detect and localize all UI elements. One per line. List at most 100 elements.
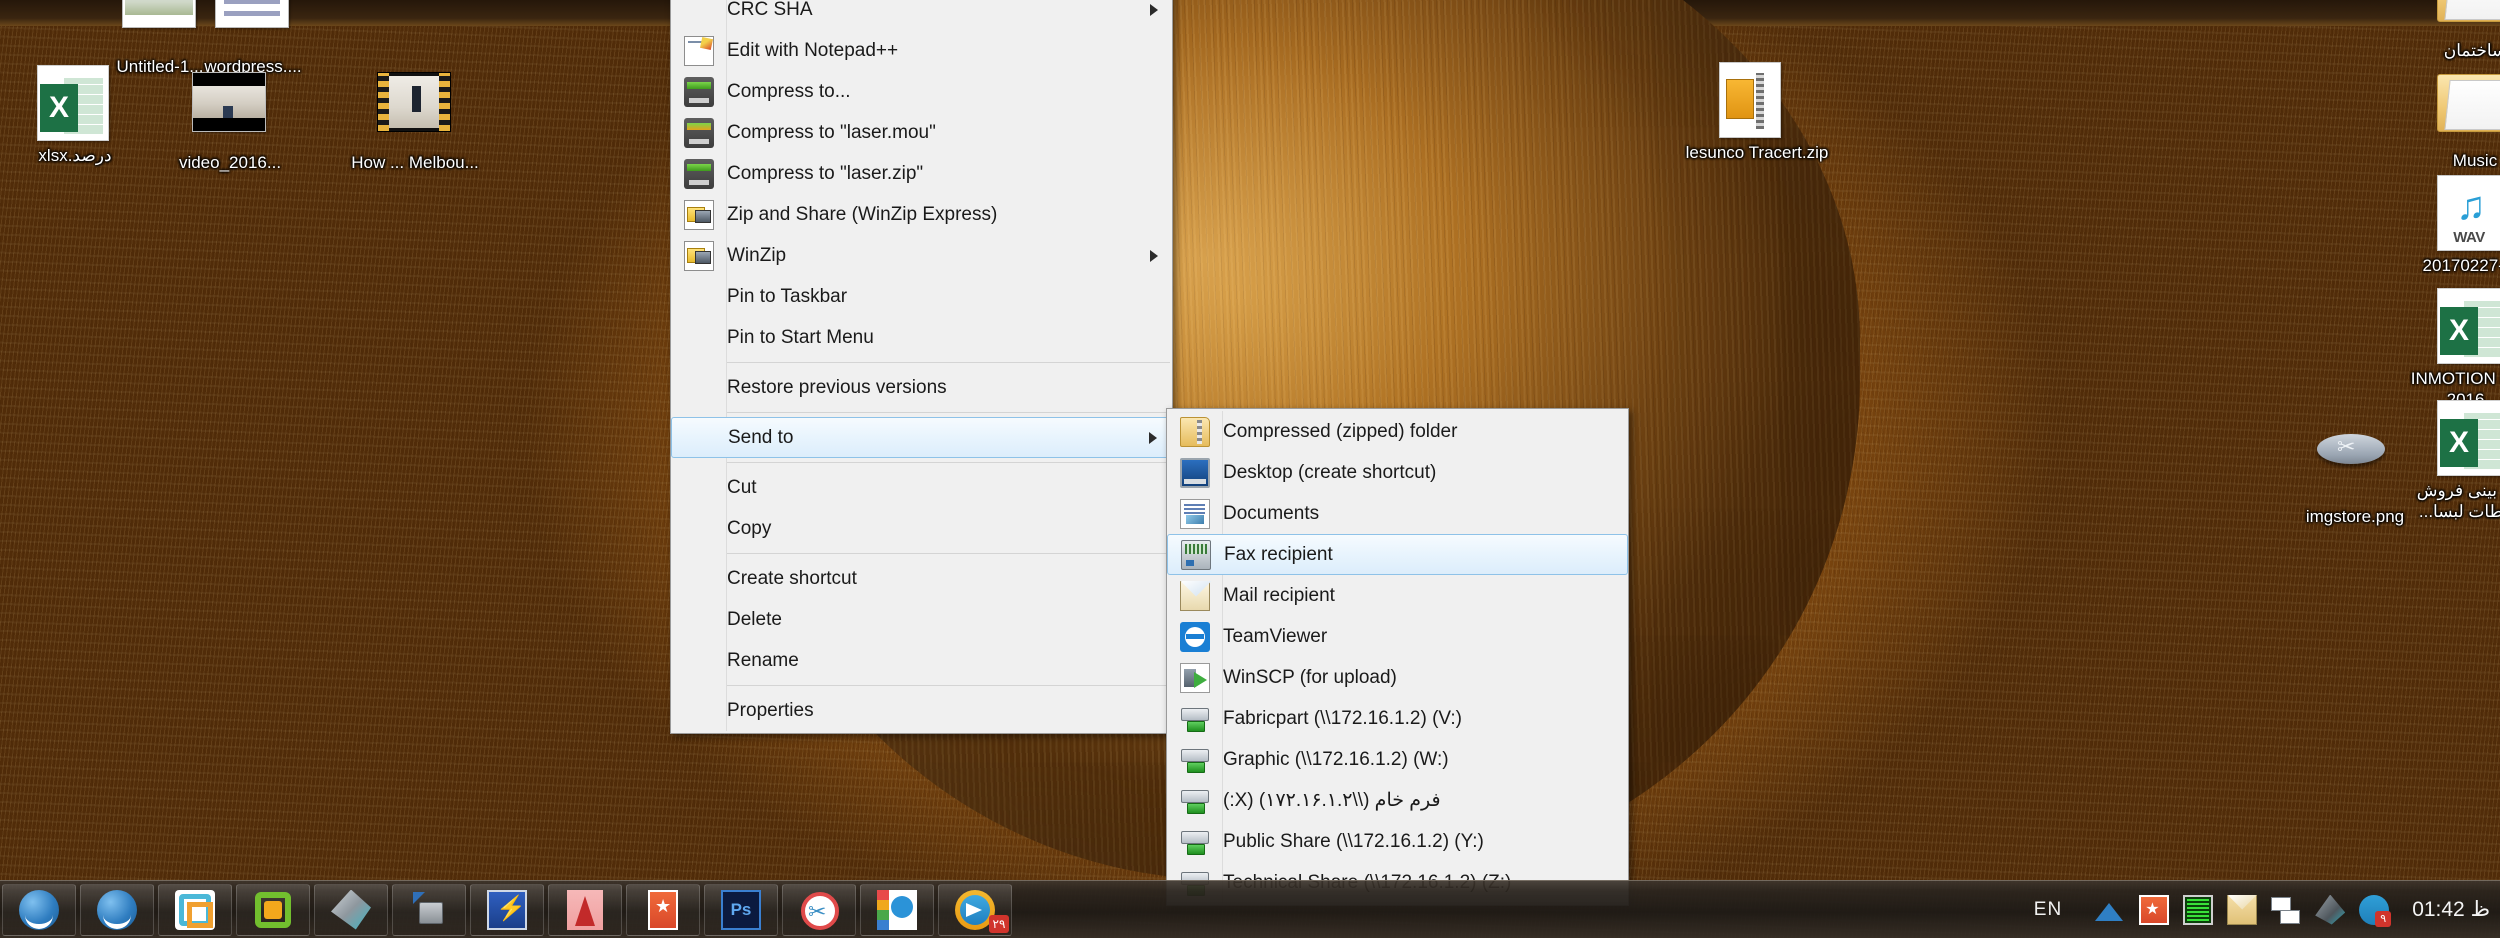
desktop-icon-sakhteman-folder[interactable]: ساختمان [2400,0,2500,61]
folder-icon [2437,0,2500,22]
taskbar-button-app-avatar[interactable] [860,883,934,936]
context-menu[interactable]: CRC SHA Edit with Notepad++ Compress to...… [670,0,1173,734]
send-to-item-icon [1167,493,1223,534]
context-menu-item[interactable]: Create shortcut [671,558,1172,599]
shard-icon[interactable] [2315,894,2346,925]
send-to-item[interactable]: Public Share (\\172.16.1.2) (Y:) [1167,821,1628,862]
clock[interactable]: 01:42 ظ [2412,897,2490,922]
context-menu-item[interactable]: Restore previous versions [671,367,1172,408]
taskbar-button-app-moon-2[interactable] [80,883,154,936]
send-to-item[interactable]: Desktop (create shortcut) [1167,452,1628,493]
taskbar-button-app-bookmark[interactable] [626,883,700,936]
language-indicator[interactable]: EN [2034,899,2062,921]
send-to-item[interactable]: Fabricpart (\\172.16.1.2) (V:) [1167,698,1628,739]
context-menu-item-label: Pin to Start Menu [727,327,874,348]
desktop-icon-inmotion-price[interactable]: INMOTION Price 2016.... [2400,288,2500,410]
desktop-icon-how-melbourne[interactable]: How ... Melbou... [340,62,490,173]
send-to-item[interactable]: Compressed (zipped) folder [1167,411,1628,452]
context-menu-item[interactable]: CRC SHA [671,0,1172,30]
context-menu-item-icon [671,690,727,731]
taskbar-button-app-puzzle[interactable] [236,883,310,936]
taskbar-button-app-snipping[interactable] [782,883,856,936]
taskbar-button-app-moon-1[interactable] [2,883,76,936]
desktop-icon-darsad-xlsx[interactable]: درصد.xlsx [0,65,150,166]
network-icon[interactable] [2271,895,2301,925]
network-drive-icon [1180,745,1210,775]
send-to-item-label: Documents [1223,503,1320,524]
context-menu-item[interactable]: WinZip [671,235,1172,276]
network-drive-icon [1180,786,1210,816]
system-tray[interactable]: EN 01:42 ظ [2034,881,2500,938]
avatar-icon [877,889,917,930]
context-menu-item[interactable]: Pin to Start Menu [671,317,1172,358]
send-to-item[interactable]: WinSCP (for upload) [1167,657,1628,698]
send-to-item-label: Mail recipient [1223,585,1335,606]
context-menu-item[interactable]: Compress to "laser.mou" [671,112,1172,153]
desktop-icon-video-2016[interactable]: video_2016... [155,62,305,173]
send-to-item[interactable]: Graphic (\\172.16.1.2) (W:) [1167,739,1628,780]
send-to-item[interactable]: فرم خام (\\۱۷۲.۱۶.۱.۲) (X:) [1167,780,1628,821]
context-menu-item-icon [671,367,727,408]
context-menu-item-label: WinZip [727,245,787,266]
send-to-item[interactable]: Mail recipient [1167,575,1628,616]
context-menu-item[interactable]: Compress to "laser.zip" [671,153,1172,194]
context-menu-item-icon [671,599,727,640]
taskbar-button-app-photoshop[interactable]: Ps [704,883,778,936]
winzip-icon [684,199,714,230]
puzzle-icon [253,890,293,930]
grid-icon[interactable] [2183,894,2214,925]
send-to-item[interactable]: Documents [1167,493,1628,534]
send-to-item-label: Desktop (create shortcut) [1223,462,1437,483]
context-menu-item[interactable]: Compress to... [671,71,1172,112]
context-menu-item-label: Restore previous versions [727,377,947,398]
context-menu-item-label: Create shortcut [727,568,857,589]
context-menu-item[interactable]: Zip and Share (WinZip Express) [671,194,1172,235]
desktop-icon-music-folder[interactable]: Music [2400,62,2500,171]
lock-icon [409,890,449,930]
context-menu-separator [671,553,1170,554]
mountain-icon[interactable] [2095,895,2125,925]
desktop-icon-lesunco-tracert-zip[interactable]: lesunco Tracert.zip [1682,62,1832,163]
messenger-icon[interactable] [2359,894,2392,927]
context-menu-item[interactable]: Send to [671,417,1172,458]
desktop[interactable]: Untitled-1...wordpress....درصد.xlsxvideo… [0,0,2500,938]
bookmark-icon[interactable] [2139,894,2170,925]
context-menu-item-icon [671,276,727,317]
winzip-icon [684,240,714,271]
zipped-folder-icon [1180,416,1210,447]
taskbar-button-app-vmware[interactable] [158,883,232,936]
desktop-icon-label: How ... Melbou... [351,153,479,172]
film-video-icon [377,72,451,132]
context-menu-item-icon [671,0,727,30]
send-to-submenu[interactable]: Compressed (zipped) folder Desktop (creat… [1166,408,1629,906]
document-icon [215,0,289,28]
taskbar-button-app-flash[interactable] [470,883,544,936]
taskbar[interactable]: Ps ۲۹ EN 01:42 ظ [0,880,2500,938]
send-to-item-label: TeamViewer [1223,626,1328,647]
context-menu-item[interactable]: Rename [671,640,1172,681]
context-menu-item-label: Compress to "laser.mou" [727,122,936,143]
context-menu-item[interactable]: Pin to Taskbar [671,276,1172,317]
taskbar-button-app-diamond[interactable] [314,883,388,936]
desktop-icon-wav-20170227[interactable]: ♫WAV 20170227-1... [2400,175,2500,276]
send-to-item-label: WinSCP (for upload) [1223,667,1397,688]
context-menu-item[interactable]: Copy [671,508,1172,549]
context-menu-item[interactable]: Properties [671,690,1172,731]
desktop-icon-glyph [37,65,113,141]
context-menu-item[interactable]: Edit with Notepad++ [671,30,1172,71]
envelope-icon[interactable] [2227,894,2258,925]
context-menu-item[interactable]: Delete [671,599,1172,640]
desktop-icon-pishbini-forush[interactable]: پیش بینی فروش ارتباطات لبسا... [2400,400,2500,522]
taskbar-button-app-telegram[interactable]: ۲۹ [938,883,1012,936]
taskbar-button-app-lock[interactable] [392,883,466,936]
moon-app-icon [97,889,137,930]
context-menu-item-icon [671,30,727,71]
fax-machine-icon [1181,539,1211,570]
taskbar-button-app-autocad[interactable] [548,883,622,936]
context-menu-item-label: Delete [727,609,782,630]
excel-file-icon [2437,288,2500,364]
send-to-item[interactable]: TeamViewer [1167,616,1628,657]
context-menu-item[interactable]: Cut [671,467,1172,508]
send-to-item[interactable]: Fax recipient [1167,534,1628,575]
notepad-plus-plus-icon [684,35,714,66]
